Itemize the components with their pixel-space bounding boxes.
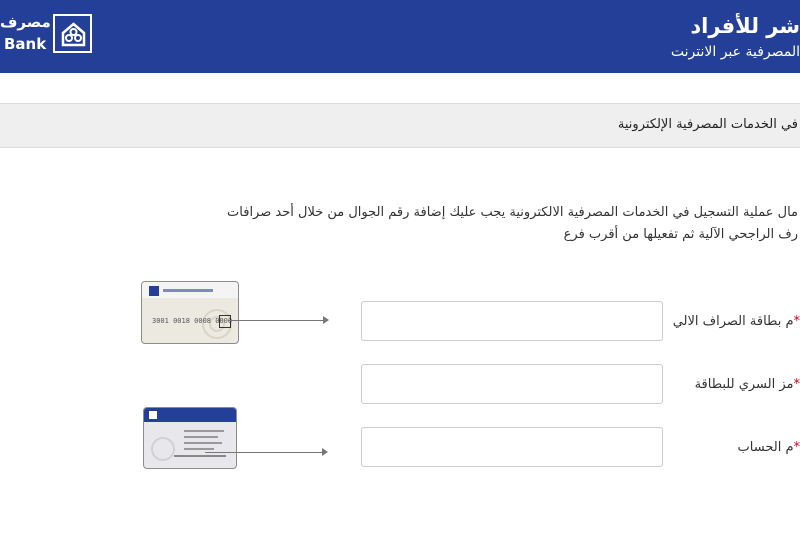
card-highlight-box <box>219 315 231 328</box>
account-card-text-line <box>184 448 214 450</box>
account-card-image <box>143 407 237 469</box>
account-card-pattern-icon <box>151 437 175 461</box>
required-marker: * <box>793 314 800 329</box>
account-number-label: *م الحساب <box>738 440 800 455</box>
arrow-right-icon <box>323 316 329 324</box>
account-card-text-line <box>184 436 218 438</box>
card-logo-icon <box>149 286 159 296</box>
account-number-line <box>174 455 226 457</box>
banner-title: في الخدمات المصرفية الإلكترونية <box>617 117 798 132</box>
atm-card-image: 0000 0008 0018 3001 <box>141 281 239 344</box>
arrow-right-icon <box>322 448 328 456</box>
atm-card-number-label-text: م بطاقة الصراف الالي <box>672 314 794 329</box>
card-number-group: 0018 <box>173 317 190 325</box>
card-bank-name-line <box>163 289 213 292</box>
bank-logo-icon[interactable] <box>53 14 92 53</box>
account-number-label-text: م الحساب <box>737 440 794 455</box>
account-card-top-band <box>144 408 236 422</box>
card-pointer-line <box>228 320 324 321</box>
required-marker: * <box>793 440 800 455</box>
top-header: مصرف Bank شر للأفراد المصرفية عبر الانتر… <box>0 0 800 73</box>
header-title: شر للأفراد <box>690 14 800 38</box>
logo-arabic-text: مصرف <box>0 13 51 31</box>
card-pin-label-text: مز السري للبطاقة <box>694 377 794 392</box>
required-marker: * <box>793 377 800 392</box>
card-number-group: 3001 <box>152 317 169 325</box>
account-card-text-line <box>184 442 222 444</box>
instructions-line-1: مال عملية التسجيل في الخدمات المصرفية ال… <box>227 205 798 220</box>
instructions-line-2: رف الراجحي الآلية ثم تفعيلها من أقرب فرع <box>563 227 798 242</box>
header-subtitle: المصرفية عبر الانترنت <box>670 44 800 60</box>
account-number-input[interactable] <box>361 427 663 467</box>
card-pin-label: *مز السري للبطاقة <box>695 377 800 392</box>
account-card-text-line <box>184 430 224 432</box>
card-number-group: 0008 <box>194 317 212 325</box>
page-banner: في الخدمات المصرفية الإلكترونية <box>0 103 800 148</box>
atm-card-number-input[interactable] <box>361 301 663 341</box>
account-pointer-line <box>205 452 323 453</box>
account-card-logo-icon <box>149 411 157 419</box>
atm-card-number-label: *م بطاقة الصراف الالي <box>673 314 800 329</box>
logo-english-text: Bank <box>4 35 47 53</box>
card-pin-input[interactable] <box>361 364 663 404</box>
